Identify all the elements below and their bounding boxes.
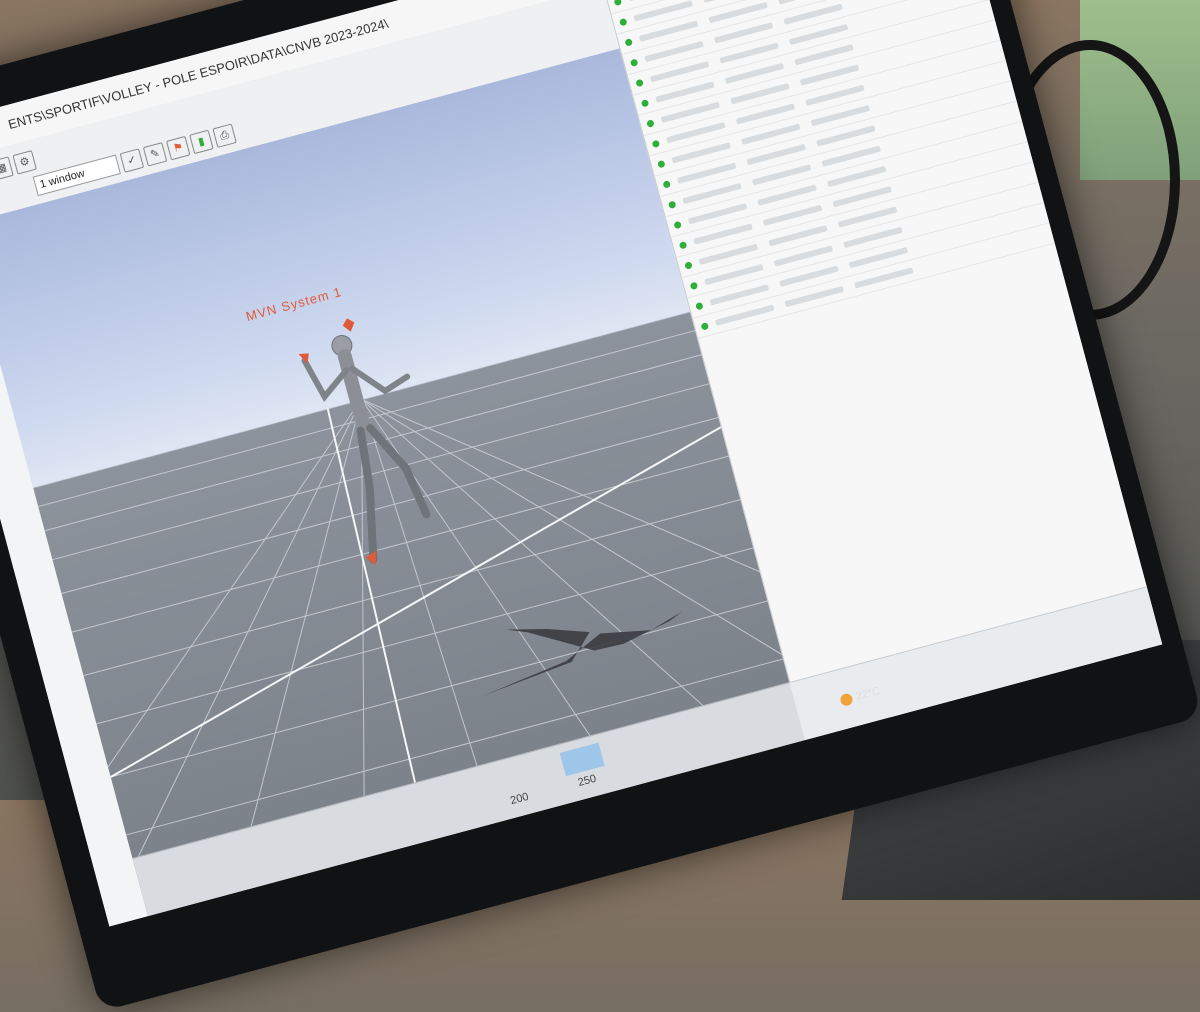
status-ok-icon	[656, 159, 666, 168]
marker-icon[interactable]: ✎	[142, 142, 168, 167]
timeline-cursor[interactable]	[559, 742, 605, 777]
status-ok-icon	[689, 281, 699, 290]
status-ok-icon	[700, 321, 709, 331]
system-label: MVN System 1	[244, 283, 344, 325]
chart-icon[interactable]: ▮	[189, 129, 214, 155]
status-ok-icon	[646, 118, 655, 128]
status-ok-icon	[694, 301, 704, 310]
status-ok-icon	[684, 260, 693, 270]
settings-icon[interactable]: ⚙	[12, 150, 37, 175]
timeline-tick: 200	[509, 790, 530, 808]
avatar-head-marker	[342, 318, 355, 332]
flag-icon[interactable]: ⚑	[165, 135, 191, 161]
status-ok-icon	[629, 57, 639, 67]
print-icon[interactable]: ⎙	[212, 123, 237, 148]
grid-icon[interactable]: ▦	[0, 156, 14, 181]
status-ok-icon	[667, 199, 677, 209]
status-ok-icon	[635, 78, 644, 87]
status-ok-icon	[613, 0, 623, 6]
status-ok-icon	[624, 37, 633, 47]
avatar-left-leg	[366, 423, 431, 519]
check-icon[interactable]: ✓	[119, 148, 145, 173]
status-ok-icon	[673, 220, 682, 229]
status-ok-icon	[662, 179, 671, 189]
status-ok-icon	[678, 240, 688, 250]
status-ok-icon	[618, 17, 628, 26]
timeline-tick: 250	[576, 772, 598, 790]
status-ok-icon	[640, 98, 650, 108]
status-ok-icon	[651, 139, 661, 148]
